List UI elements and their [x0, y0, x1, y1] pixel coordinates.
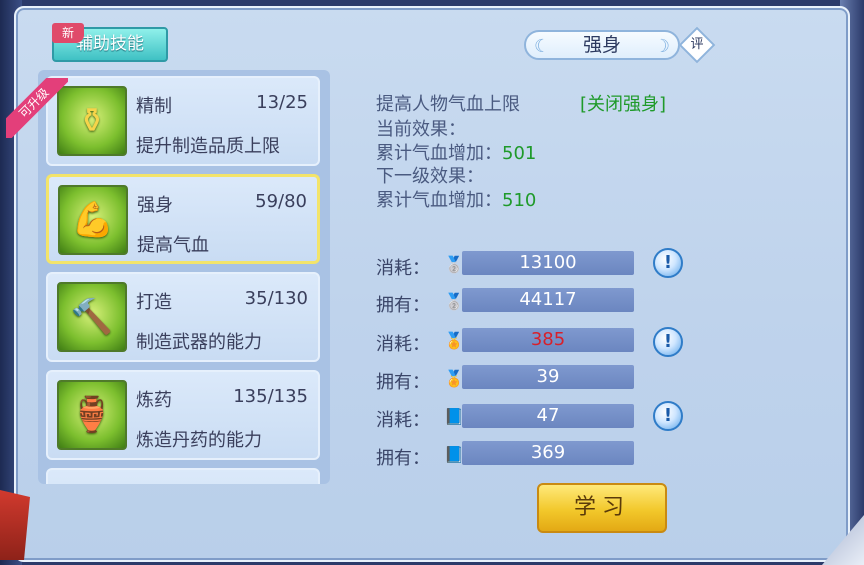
skill-desc: 提升制造品质上限	[136, 136, 280, 157]
info-alert-icon[interactable]: !	[653, 401, 683, 431]
owned-label: 拥有：	[376, 448, 430, 469]
cost-label: 消耗：	[376, 410, 430, 431]
next-effect-label: 下一级效果：	[376, 166, 484, 187]
skill-card-refine[interactable]: ⚱ 精制 13/25 提升制造品质上限	[46, 76, 320, 166]
upgradable-label: 可升级	[6, 78, 68, 138]
skill-desc: 炼造丹药的能力	[136, 430, 262, 451]
skill-card-partial[interactable]	[46, 468, 320, 484]
skill-level: 135/135	[233, 386, 308, 407]
info-alert-icon[interactable]: !	[653, 248, 683, 278]
upgradable-badge: 可升级	[6, 78, 68, 138]
new-badge: 新	[52, 23, 84, 43]
skill-title-text: 强身	[582, 34, 621, 56]
effect-description: 提高人物气血上限	[376, 94, 520, 115]
current-stat-value: 501	[502, 143, 537, 164]
info-alert-icon[interactable]: !	[653, 327, 683, 357]
cost-book-bar: 47	[462, 404, 634, 428]
next-stat-value: 510	[502, 190, 537, 211]
current-stat-label: 累计气血增加：	[376, 143, 502, 164]
hammer-icon: 🔨	[57, 282, 127, 352]
cauldron-icon: 🏺	[57, 380, 127, 450]
strongman-icon: 💪	[58, 185, 128, 255]
skill-level: 35/130	[244, 288, 308, 309]
skill-card-alchemy[interactable]: 🏺 炼药 135/135 炼造丹药的能力	[46, 370, 320, 460]
skill-level: 59/80	[255, 191, 307, 212]
swirl-left-icon: ☾	[534, 36, 551, 57]
learn-button[interactable]: 学习	[537, 483, 667, 533]
evaluate-label: 评	[690, 37, 704, 52]
owned-book-bar: 369	[462, 441, 634, 465]
skill-desc: 制造武器的能力	[136, 332, 262, 353]
cost-silver-bar: 13100	[462, 251, 634, 275]
owned-silver-bar: 44117	[462, 288, 634, 312]
cost-label: 消耗：	[376, 334, 430, 355]
next-stat-label: 累计气血增加：	[376, 190, 502, 211]
cost-contribution-bar: 385	[462, 328, 634, 352]
skill-list[interactable]: ⚱ 精制 13/25 提升制造品质上限 💪 强身 59/80 提高气血 🔨 打造…	[38, 70, 330, 484]
skill-title: ☾ 强身 ☽	[524, 30, 680, 60]
skill-level: 13/25	[256, 92, 308, 113]
skill-name: 炼药	[136, 390, 172, 411]
skill-name: 强身	[137, 195, 173, 216]
owned-contribution-bar: 39	[462, 365, 634, 389]
swirl-right-icon: ☽	[653, 36, 670, 57]
owned-label: 拥有：	[376, 295, 430, 316]
close-strength-link[interactable]: [关闭强身]	[580, 90, 666, 116]
next-effect-row: 累计气血增加：510	[376, 186, 536, 212]
skill-name: 精制	[136, 96, 172, 117]
skill-card-forge[interactable]: 🔨 打造 35/130 制造武器的能力	[46, 272, 320, 362]
current-effect-label: 当前效果：	[376, 119, 466, 140]
skill-desc: 提高气血	[137, 235, 209, 256]
skill-name: 打造	[136, 292, 172, 313]
owned-label: 拥有：	[376, 372, 430, 393]
cost-label: 消耗：	[376, 258, 430, 279]
skill-card-strength[interactable]: 💪 强身 59/80 提高气血	[46, 174, 320, 264]
